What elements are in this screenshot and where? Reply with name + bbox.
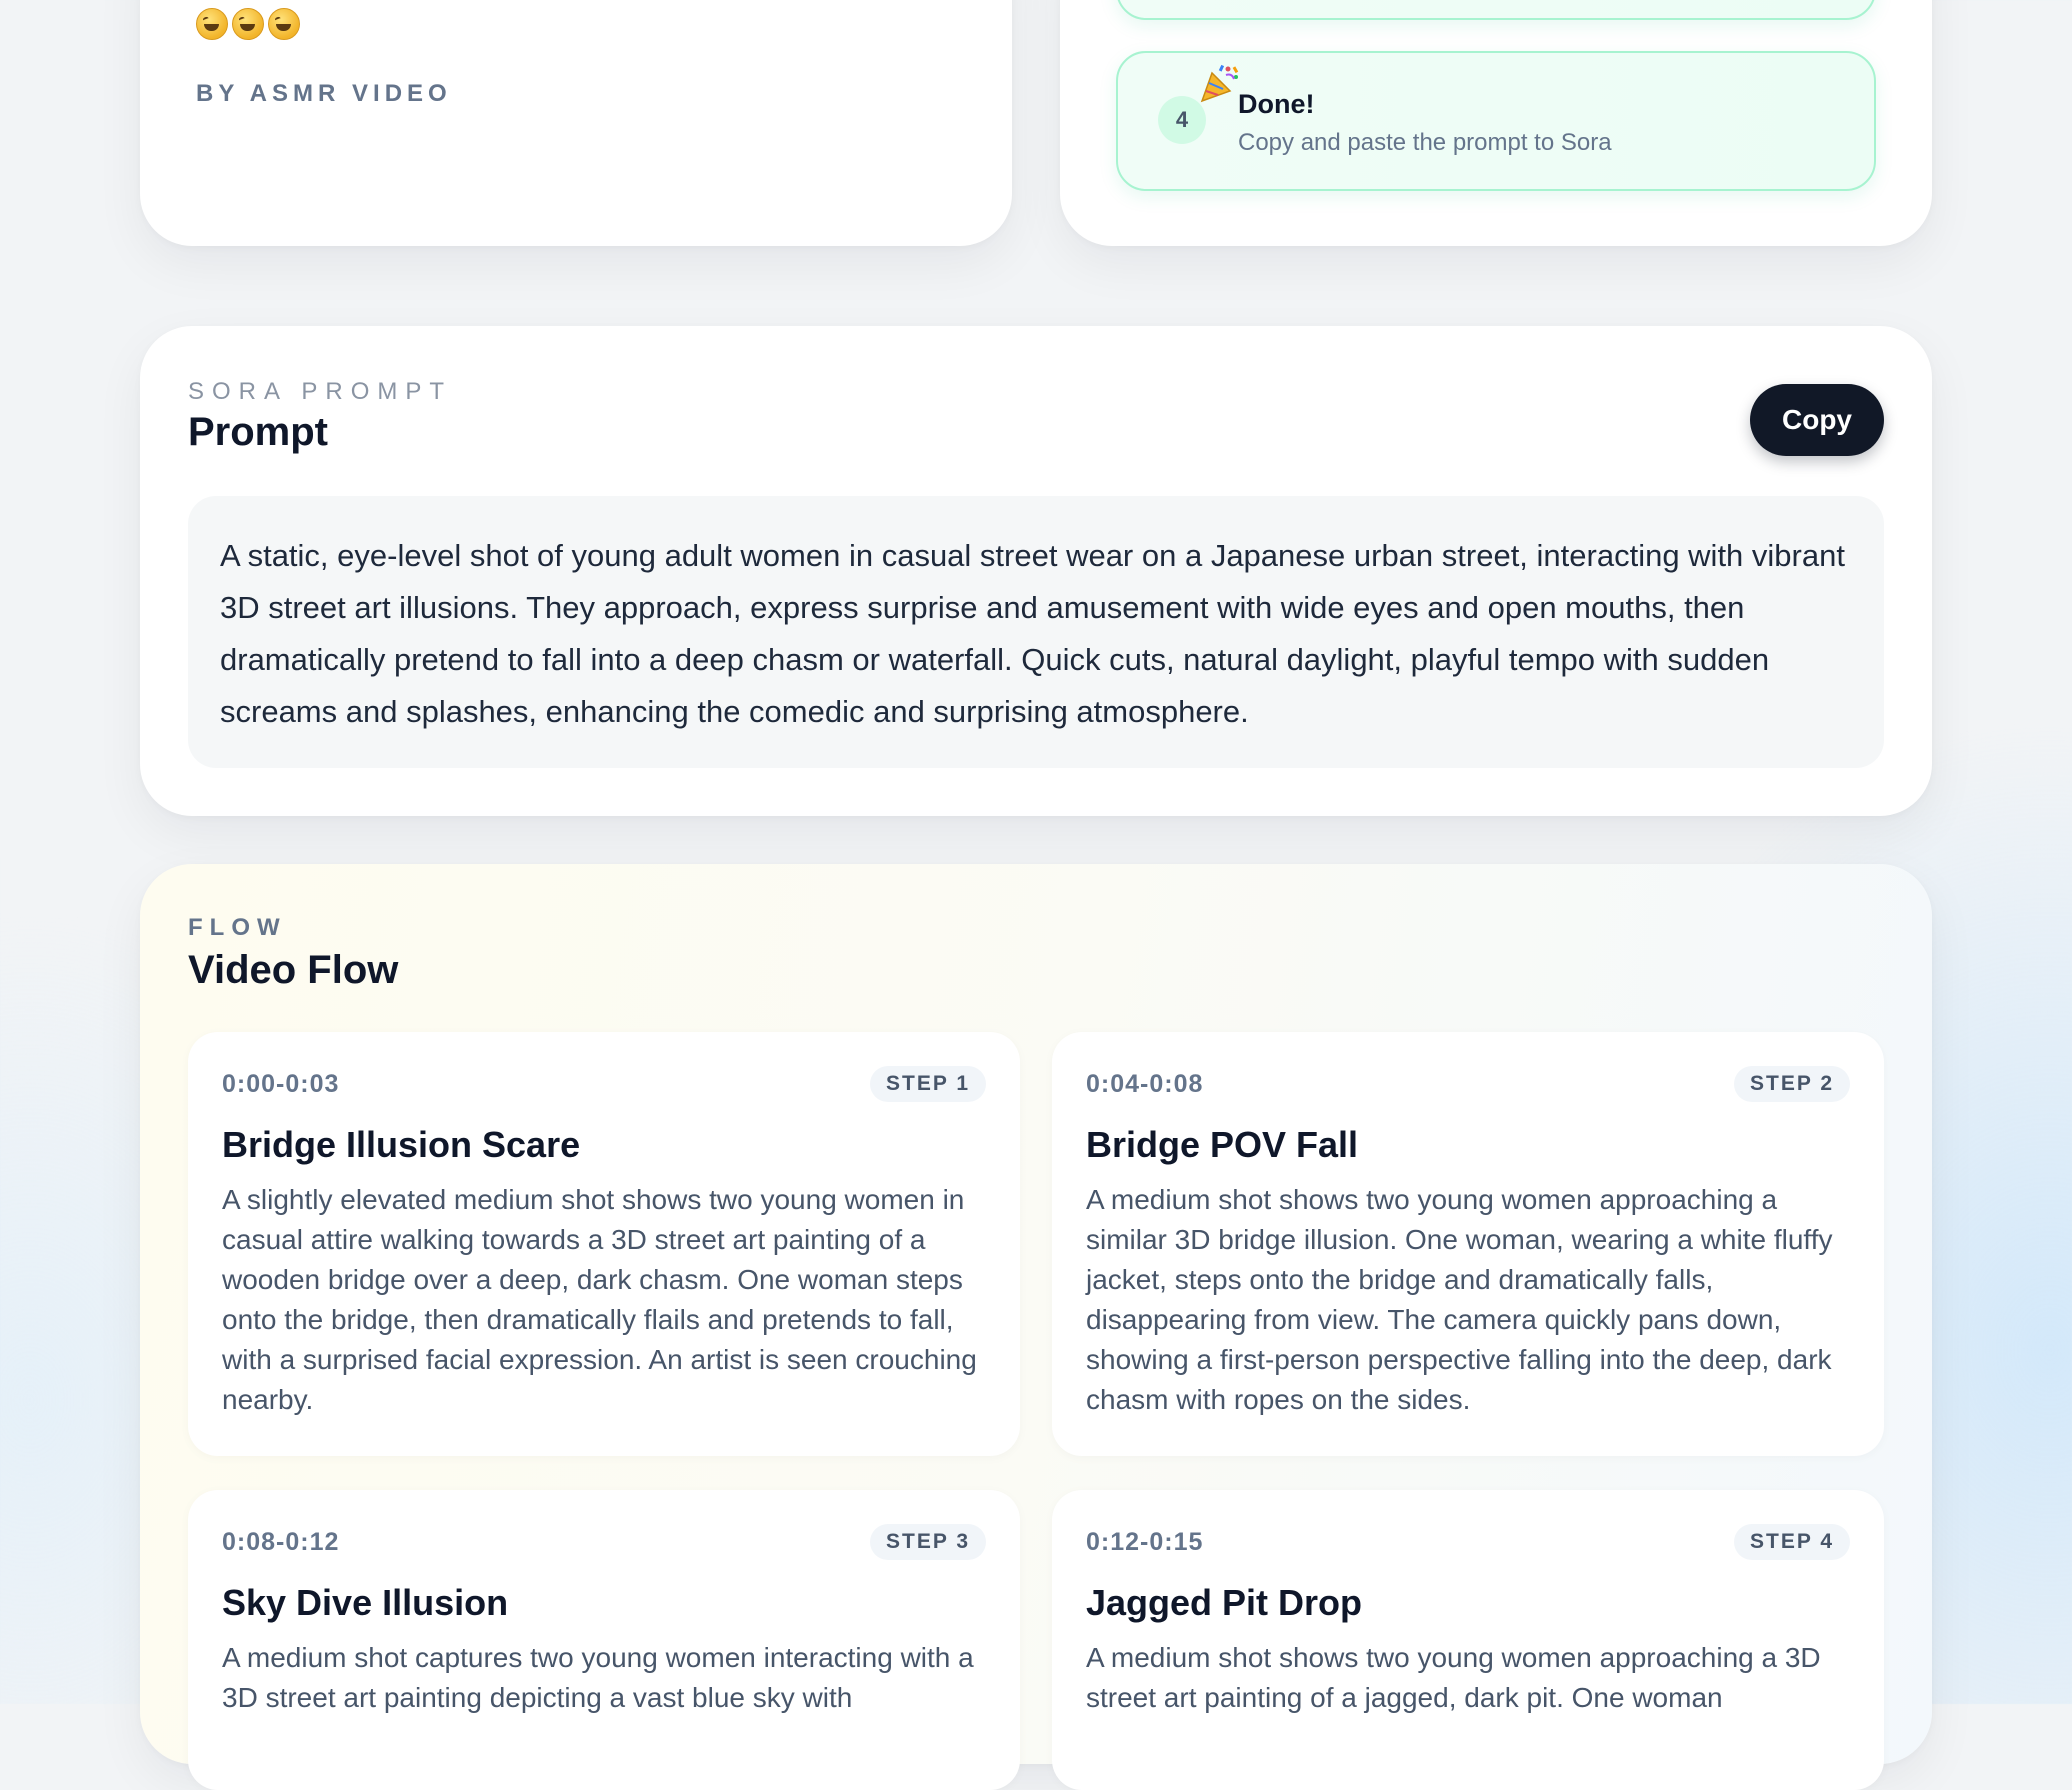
step-badge: STEP 1 bbox=[870, 1066, 986, 1102]
flow-step-time: 0:04-0:08 bbox=[1086, 1070, 1204, 1098]
prompt-card: SORA PROMPT Prompt Copy A static, eye-le… bbox=[140, 326, 1932, 816]
steps-card: 4 Done! Copy and paste the prompt to Sor… bbox=[1060, 0, 1932, 246]
prompt-text-box: A static, eye-level shot of young adult … bbox=[188, 496, 1884, 768]
emoji-row bbox=[196, 8, 300, 40]
step-title: Done! bbox=[1238, 89, 1315, 119]
step-badge: STEP 2 bbox=[1734, 1066, 1850, 1102]
flow-step-card: 0:12-0:15 STEP 4 Jagged Pit Drop A mediu… bbox=[1052, 1490, 1884, 1790]
flow-step-description: A medium shot shows two young women appr… bbox=[1086, 1642, 1821, 1713]
rolling-on-floor-laughing-icon bbox=[196, 8, 228, 40]
video-flow-card: FLOW Video Flow 0:00-0:03 STEP 1 Bridge … bbox=[140, 864, 1932, 1790]
prompt-eyebrow: SORA PROMPT bbox=[188, 378, 453, 405]
step-item-previous bbox=[1116, 0, 1876, 20]
flow-step-card: 0:08-0:12 STEP 3 Sky Dive Illusion A med… bbox=[188, 1490, 1020, 1790]
video-info-card: BY ASMR VIDEO bbox=[140, 0, 1012, 246]
flow-eyebrow: FLOW bbox=[188, 914, 287, 941]
flow-step-title: Bridge POV Fall bbox=[1086, 1124, 1359, 1165]
rolling-on-floor-laughing-icon bbox=[232, 8, 264, 40]
step-description: Copy and paste the prompt to Sora bbox=[1238, 129, 1612, 156]
flow-step-title: Bridge Illusion Scare bbox=[222, 1124, 581, 1165]
step-badge: STEP 3 bbox=[870, 1524, 986, 1560]
step-item-done: 4 Done! Copy and paste the prompt to Sor… bbox=[1116, 51, 1876, 191]
flow-step-card: 0:04-0:08 STEP 2 Bridge POV Fall A mediu… bbox=[1052, 1032, 1884, 1456]
author-byline: BY ASMR VIDEO bbox=[196, 80, 452, 107]
flow-step-title: Jagged Pit Drop bbox=[1086, 1582, 1363, 1623]
step-badge: STEP 4 bbox=[1734, 1524, 1850, 1560]
flow-step-card: 0:00-0:03 STEP 1 Bridge Illusion Scare A… bbox=[188, 1032, 1020, 1456]
flow-step-description: A medium shot shows two young women appr… bbox=[1086, 1184, 1833, 1415]
prompt-text: A static, eye-level shot of young adult … bbox=[220, 538, 1845, 729]
flow-title: Video Flow bbox=[188, 948, 399, 992]
flow-step-description: A slightly elevated medium shot shows tw… bbox=[222, 1184, 977, 1415]
flow-step-time: 0:08-0:12 bbox=[222, 1528, 340, 1556]
flow-step-time: 0:12-0:15 bbox=[1086, 1528, 1204, 1556]
prompt-title: Prompt bbox=[188, 410, 328, 454]
flow-step-title: Sky Dive Illusion bbox=[222, 1582, 509, 1623]
party-popper-icon bbox=[1200, 64, 1239, 103]
rolling-on-floor-laughing-icon bbox=[268, 8, 300, 40]
copy-button[interactable]: Copy bbox=[1750, 384, 1884, 456]
flow-step-time: 0:00-0:03 bbox=[222, 1070, 340, 1098]
flow-step-description: A medium shot captures two young women i… bbox=[222, 1642, 974, 1713]
